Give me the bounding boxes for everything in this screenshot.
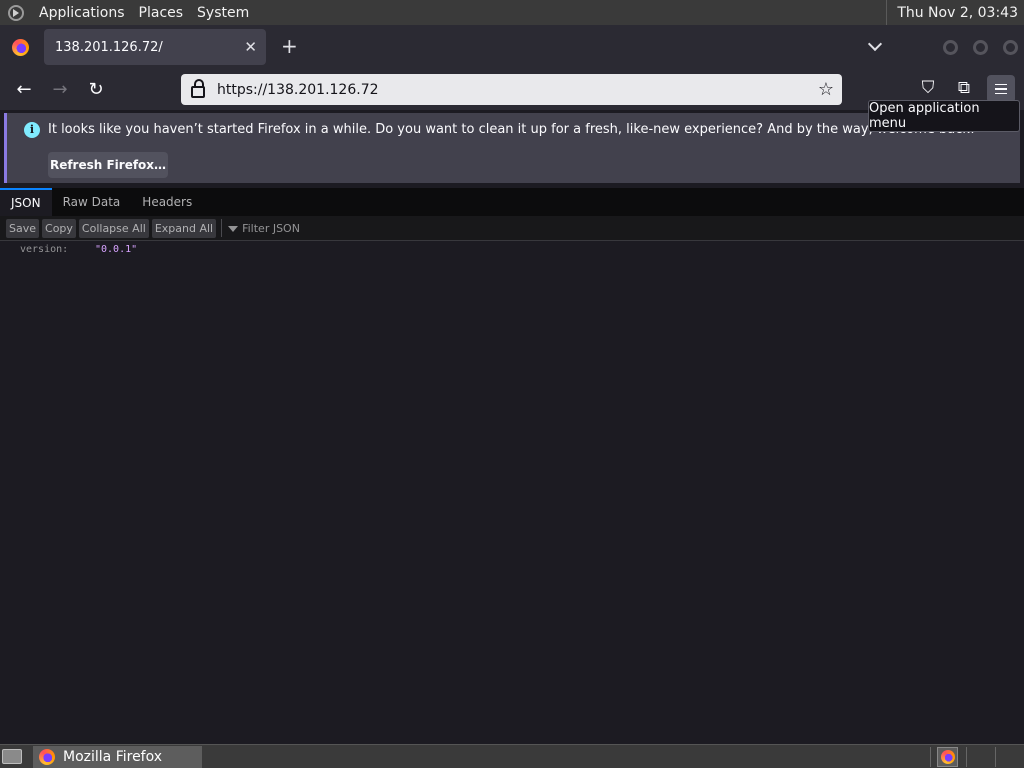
panel-clock[interactable]: Thu Nov 2, 03:43 <box>886 0 1024 25</box>
close-tab-icon[interactable]: ✕ <box>244 38 257 56</box>
distro-menu-icon[interactable] <box>8 4 24 21</box>
tab-raw-data[interactable]: Raw Data <box>52 188 132 216</box>
bookmark-star-icon[interactable]: ☆ <box>818 79 834 100</box>
app-menu-tooltip: Open application menu <box>868 100 1020 132</box>
json-tree: version: "0.0.1" <box>0 241 1024 744</box>
places-menu[interactable]: Places <box>132 5 191 21</box>
collapse-all-button[interactable]: Collapse All <box>78 218 149 238</box>
tab-strip: 138.201.126.72/ ✕ + <box>0 25 1024 69</box>
close-window-button[interactable] <box>1003 40 1018 55</box>
minimize-window-button[interactable] <box>943 40 958 55</box>
copy-button[interactable]: Copy <box>42 218 76 238</box>
url-text[interactable]: https://138.201.126.72 <box>217 82 379 98</box>
tray-divider <box>930 747 931 767</box>
firefox-icon <box>940 750 955 764</box>
new-tab-button[interactable]: + <box>281 34 298 58</box>
tray-divider <box>966 747 967 767</box>
firefox-icon <box>39 749 55 765</box>
notification-message: It looks like you haven’t started Firefo… <box>48 122 976 137</box>
filter-icon <box>228 226 239 232</box>
tab-json[interactable]: JSON <box>0 188 52 216</box>
lock-icon[interactable] <box>191 78 205 98</box>
tab-title: 138.201.126.72/ <box>55 39 163 55</box>
save-button[interactable]: Save <box>6 218 40 238</box>
expand-all-button[interactable]: Expand All <box>151 218 217 238</box>
reload-icon[interactable]: ↻ <box>85 79 107 100</box>
forward-arrow-icon[interactable]: → <box>49 79 71 100</box>
tray-divider <box>995 747 996 767</box>
taskbar-window-title: Mozilla Firefox <box>63 749 163 765</box>
json-key: version: <box>20 244 69 255</box>
bottom-taskbar: Mozilla Firefox <box>0 744 1024 768</box>
maximize-window-button[interactable] <box>973 40 988 55</box>
json-viewer-tabs: JSON Raw Data Headers <box>0 188 1024 216</box>
json-row[interactable]: version: "0.0.1" <box>20 244 137 255</box>
system-top-panel: Applications Places System Thu Nov 2, 03… <box>0 0 1024 25</box>
url-bar[interactable]: https://138.201.126.72 ☆ <box>181 74 842 105</box>
info-icon: i <box>24 122 40 138</box>
taskbar-firefox-window[interactable]: Mozilla Firefox <box>33 746 202 768</box>
json-value: "0.0.1" <box>95 244 138 255</box>
filter-placeholder: Filter JSON <box>242 221 300 235</box>
filter-json-input[interactable]: Filter JSON <box>228 222 300 235</box>
show-desktop-icon[interactable] <box>2 749 22 764</box>
tab-headers[interactable]: Headers <box>131 188 203 216</box>
extensions-icon[interactable]: ⧉ <box>953 78 975 98</box>
browser-tab[interactable]: 138.201.126.72/ ✕ <box>44 29 266 65</box>
pocket-icon[interactable]: ⛉ <box>917 78 939 98</box>
application-menu-button[interactable] <box>987 75 1015 103</box>
firefox-view-icon[interactable] <box>12 38 29 56</box>
json-viewer-toolbar: Save Copy Collapse All Expand All Filter… <box>0 216 1024 241</box>
refresh-firefox-button[interactable]: Refresh Firefox… <box>48 152 168 178</box>
workspace-firefox-icon[interactable] <box>937 747 958 767</box>
system-menu[interactable]: System <box>190 5 256 21</box>
list-all-tabs-icon[interactable] <box>867 36 883 52</box>
toolbar-divider <box>221 219 223 237</box>
applications-menu[interactable]: Applications <box>32 5 132 21</box>
back-arrow-icon[interactable]: ← <box>13 79 35 100</box>
